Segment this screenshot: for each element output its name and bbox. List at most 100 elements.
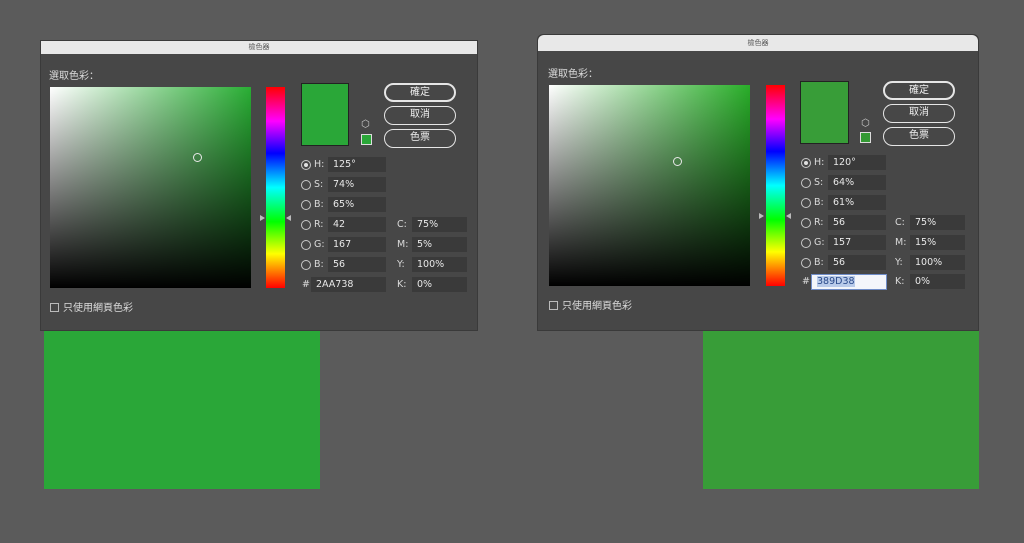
web-colors-only-label: 只使用網頁色彩 [562,301,632,312]
field-input-k[interactable]: 0% [910,274,965,289]
ok-button[interactable]: 確定 [384,83,456,102]
web-colors-only-option[interactable]: 只使用網頁色彩 [50,299,133,314]
checkbox-icon[interactable] [50,303,59,312]
field-input-g[interactable]: 157 [828,235,886,250]
radio-icon[interactable] [801,218,811,228]
hue-slider-right-arrow[interactable] [286,215,291,221]
web-colors-only-label: 只使用網頁色彩 [63,303,133,314]
field-label-k: K: [397,279,407,290]
web-safe-swatch[interactable] [361,134,372,145]
field-input-k[interactable]: 0% [412,277,467,292]
hex-hash-label: # [802,276,810,287]
field-row-k: K: 0% [397,277,469,293]
field-row-hex: # 2AA738 [301,277,391,293]
saturation-brightness-field[interactable] [50,87,251,288]
radio-icon[interactable] [801,238,811,248]
field-input-blue[interactable]: 56 [828,255,886,270]
field-row-y: Y: 100% [895,255,967,271]
radio-icon[interactable] [301,160,311,170]
color-field-cursor[interactable] [673,157,682,166]
checkbox-icon[interactable] [549,301,558,310]
field-row-h: H: 125° [301,157,391,173]
field-label-g: G: [314,239,325,250]
web-colors-only-option[interactable]: 只使用網頁色彩 [549,297,632,312]
hue-slider-left-arrow[interactable] [260,215,265,221]
field-input-blue[interactable]: 56 [328,257,386,272]
field-row-b: B: 61% [801,195,891,211]
cancel-button[interactable]: 取消 [883,104,955,123]
dialog-titlebar[interactable]: 檢色器 [538,35,978,51]
radio-icon[interactable] [301,200,311,210]
pick-color-label: 選取色彩： [49,71,99,82]
field-row-y: Y: 100% [397,257,469,273]
field-input-c[interactable]: 75% [412,217,467,232]
cube-icon[interactable]: ⬡ [361,120,370,130]
hue-slider-right-arrow[interactable] [786,213,791,219]
hex-input[interactable]: 2AA738 [311,277,386,292]
field-input-y[interactable]: 100% [910,255,965,270]
radio-icon[interactable] [301,260,311,270]
field-input-h[interactable]: 120° [828,155,886,170]
field-label-s: S: [314,179,324,190]
ok-button[interactable]: 確定 [883,81,955,100]
radio-icon[interactable] [301,240,311,250]
field-input-b[interactable]: 65% [328,197,386,212]
field-input-h[interactable]: 125° [328,157,386,172]
field-label-m: M: [895,237,907,248]
field-label-b: B: [314,199,324,210]
result-swatch-left [44,331,320,489]
color-field-cursor[interactable] [193,153,202,162]
field-row-g: G: 167 [301,237,391,253]
field-label-blue: B: [314,259,324,270]
cancel-button[interactable]: 取消 [384,106,456,125]
radio-icon[interactable] [801,258,811,268]
field-row-h: H: 120° [801,155,891,171]
field-label-h: H: [314,159,325,170]
field-input-g[interactable]: 167 [328,237,386,252]
field-input-s[interactable]: 64% [828,175,886,190]
field-label-y: Y: [895,257,903,268]
field-row-r: R: 56 [801,215,891,231]
radio-icon[interactable] [801,158,811,168]
field-label-b: B: [814,197,824,208]
swatches-button[interactable]: 色票 [883,127,955,146]
field-input-r[interactable]: 42 [328,217,386,232]
new-color-preview [301,83,349,146]
field-label-m: M: [397,239,409,250]
field-row-r: R: 42 [301,217,391,233]
cube-icon[interactable]: ⬡ [861,119,870,129]
field-row-blue: B: 56 [301,257,391,273]
dialog-titlebar[interactable]: 檢色器 [41,41,477,54]
saturation-brightness-field[interactable] [549,85,750,286]
field-row-s: S: 64% [801,175,891,191]
field-label-c: C: [397,219,407,230]
field-row-m: M: 15% [895,235,967,251]
field-input-y[interactable]: 100% [412,257,467,272]
dialog-title: 檢色器 [248,43,270,51]
field-row-c: C: 75% [895,215,967,231]
radio-icon[interactable] [801,178,811,188]
field-input-m[interactable]: 15% [910,235,965,250]
field-label-c: C: [895,217,905,228]
hue-slider[interactable] [766,85,785,286]
field-row-k: K: 0% [895,274,967,290]
hex-input[interactable]: 389D38 [811,274,887,290]
field-input-c[interactable]: 75% [910,215,965,230]
hue-slider[interactable] [266,87,285,288]
pick-color-label: 選取色彩： [548,69,598,80]
web-safe-swatch[interactable] [860,132,871,143]
field-input-r[interactable]: 56 [828,215,886,230]
field-input-s[interactable]: 74% [328,177,386,192]
hex-hash-label: # [302,279,310,290]
radio-icon[interactable] [301,220,311,230]
field-row-hex: # 389D38 [801,274,891,290]
field-label-y: Y: [397,259,405,270]
radio-icon[interactable] [301,180,311,190]
field-input-m[interactable]: 5% [412,237,467,252]
result-swatch-right [703,331,979,489]
radio-icon[interactable] [801,198,811,208]
field-row-s: S: 74% [301,177,391,193]
hue-slider-left-arrow[interactable] [759,213,764,219]
field-input-b[interactable]: 61% [828,195,886,210]
swatches-button[interactable]: 色票 [384,129,456,148]
